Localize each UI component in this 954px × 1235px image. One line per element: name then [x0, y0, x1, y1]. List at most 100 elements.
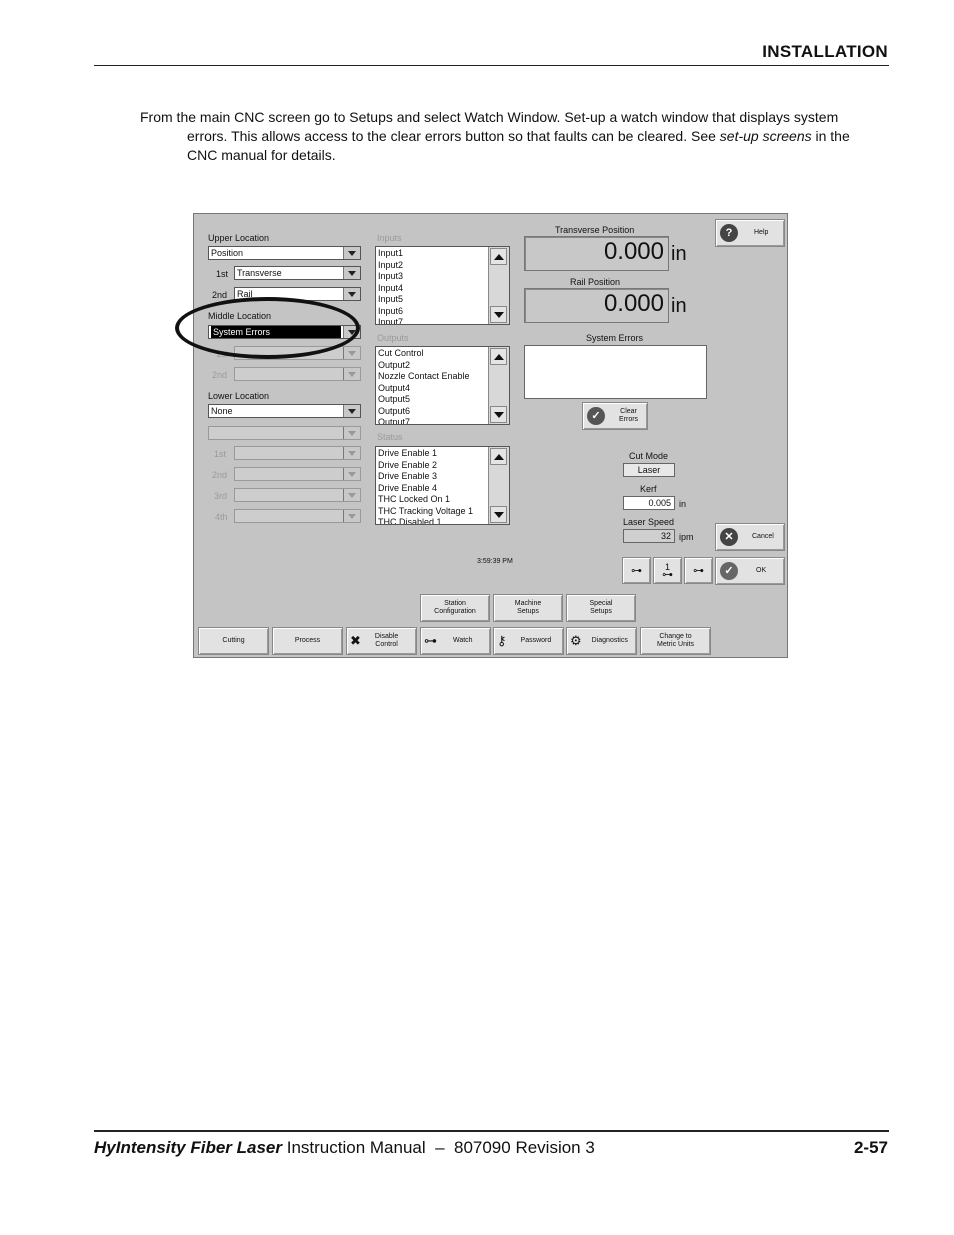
intro-paragraph: From the main CNC screen go to Setups an…: [140, 108, 855, 165]
chevron-down-icon: [343, 267, 360, 279]
upper-1st-select[interactable]: Transverse: [234, 266, 361, 280]
diagnostics-icon: ⚙: [570, 633, 582, 648]
middle-location-value: System Errors: [211, 326, 341, 338]
list-item[interactable]: Input7: [378, 317, 488, 324]
scroll-down-icon[interactable]: [490, 406, 507, 423]
scroll-up-icon[interactable]: [490, 248, 507, 265]
list-item[interactable]: THC Disabled 1: [378, 517, 488, 524]
help-button[interactable]: ? Help: [715, 219, 785, 247]
lower-4th-select[interactable]: [234, 509, 361, 523]
lower-location-select[interactable]: None: [208, 404, 361, 418]
lower-2nd-select[interactable]: [234, 467, 361, 481]
scroll-up-icon[interactable]: [490, 448, 507, 465]
scroll-down-icon[interactable]: [490, 506, 507, 523]
middle-location-label: Middle Location: [208, 311, 272, 321]
system-errors-box: [524, 345, 707, 399]
laser-speed-field[interactable]: 32: [623, 529, 675, 543]
watch-select-button[interactable]: 1 ⊶: [653, 557, 682, 584]
scrollbar[interactable]: [488, 247, 509, 324]
disable-icon: ✖: [350, 633, 361, 648]
button-label: Change to: [659, 633, 692, 640]
chevron-down-icon: [343, 347, 360, 359]
kerf-field[interactable]: 0.005: [623, 496, 675, 510]
list-item[interactable]: Drive Enable 1: [378, 448, 488, 460]
list-item[interactable]: Input1: [378, 248, 488, 260]
lower-1st-select[interactable]: [234, 446, 361, 460]
upper-2nd-value: Rail: [237, 289, 253, 299]
list-item[interactable]: Drive Enable 4: [378, 483, 488, 495]
list-item[interactable]: Input4: [378, 283, 488, 295]
list-item[interactable]: THC Tracking Voltage 1: [378, 506, 488, 518]
list-item[interactable]: Output6: [378, 406, 488, 418]
lower-4th-label: 4th: [215, 512, 228, 522]
chevron-down-icon: [343, 247, 360, 259]
disable-control-button[interactable]: ✖ Disable Control: [346, 627, 417, 655]
ok-button[interactable]: ✓ OK: [715, 557, 785, 585]
clear-errors-label-1: Clear: [620, 408, 637, 415]
change-metric-units-button[interactable]: Change to Metric Units: [640, 627, 711, 655]
list-item[interactable]: Cut Control: [378, 348, 488, 360]
scrollbar[interactable]: [488, 447, 509, 524]
scroll-down-icon[interactable]: [490, 306, 507, 323]
cutting-button[interactable]: Cutting: [198, 627, 269, 655]
cancel-button[interactable]: ✕ Cancel: [715, 523, 785, 551]
inputs-list[interactable]: Input1 Input2 Input3 Input4 Input5 Input…: [375, 246, 510, 325]
lower-type-select[interactable]: [208, 426, 361, 440]
checkmark-icon: ✓: [587, 407, 605, 425]
scroll-up-icon[interactable]: [490, 348, 507, 365]
list-item[interactable]: Input6: [378, 306, 488, 318]
chevron-down-icon: [343, 489, 360, 501]
transverse-position-label: Transverse Position: [555, 225, 635, 235]
lower-2nd-label: 2nd: [212, 470, 228, 480]
scrollbar[interactable]: [488, 347, 509, 424]
machine-setups-button[interactable]: Machine Setups: [493, 594, 563, 622]
status-list[interactable]: Drive Enable 1 Drive Enable 2 Drive Enab…: [375, 446, 510, 525]
button-label: Metric Units: [657, 641, 694, 648]
password-button[interactable]: ⚷ Password: [493, 627, 564, 655]
clear-errors-button[interactable]: ✓ Clear Errors: [582, 402, 648, 430]
footer-rule: [94, 1130, 889, 1132]
button-label: Diagnostics: [591, 637, 628, 644]
outputs-list[interactable]: Cut Control Output2 Nozzle Contact Enabl…: [375, 346, 510, 425]
chevron-down-icon: [343, 326, 360, 338]
button-label: Setups: [590, 608, 612, 615]
diagnostics-button[interactable]: ⚙ Diagnostics: [566, 627, 637, 655]
upper-location-select[interactable]: Position: [208, 246, 361, 260]
lower-3rd-select[interactable]: [234, 488, 361, 502]
list-item[interactable]: Output5: [378, 394, 488, 406]
list-item[interactable]: Input3: [378, 271, 488, 283]
button-label: Machine: [514, 600, 542, 607]
binoculars-icon: ⊶: [662, 568, 673, 581]
list-item[interactable]: Input5: [378, 294, 488, 306]
special-setups-button[interactable]: Special Setups: [566, 594, 636, 622]
lower-location-value: None: [211, 406, 233, 416]
station-configuration-button[interactable]: Station Configuration: [420, 594, 490, 622]
kerf-unit: in: [679, 499, 687, 509]
system-errors-label: System Errors: [586, 333, 644, 343]
help-label: Help: [754, 229, 769, 236]
middle-2nd-select[interactable]: [234, 367, 361, 381]
list-item[interactable]: Drive Enable 3: [378, 471, 488, 483]
middle-location-select[interactable]: System Errors: [208, 325, 361, 339]
list-item[interactable]: Drive Enable 2: [378, 460, 488, 472]
list-item[interactable]: Output4: [378, 383, 488, 395]
list-item[interactable]: Output7: [378, 417, 488, 424]
binoculars-icon: ⊶: [424, 633, 437, 648]
list-item[interactable]: Nozzle Contact Enable: [378, 371, 488, 383]
watch-previous-button[interactable]: ⊶: [622, 557, 651, 584]
list-item[interactable]: THC Locked On 1: [378, 494, 488, 506]
list-item[interactable]: Output2: [378, 360, 488, 372]
header-rule: [94, 65, 889, 66]
chevron-down-icon: [343, 447, 360, 459]
chevron-down-icon: [343, 368, 360, 380]
upper-2nd-select[interactable]: Rail: [234, 287, 361, 301]
process-button[interactable]: Process: [272, 627, 343, 655]
clear-errors-label-2: Errors: [619, 416, 639, 423]
lower-3rd-label: 3rd: [214, 491, 228, 501]
list-item[interactable]: Input2: [378, 260, 488, 272]
status-title: Status: [377, 432, 403, 442]
watch-next-button[interactable]: ⊶: [684, 557, 713, 584]
button-label: Station: [444, 600, 466, 607]
middle-1st-select[interactable]: [234, 346, 361, 360]
watch-button[interactable]: ⊶ Watch: [420, 627, 491, 655]
